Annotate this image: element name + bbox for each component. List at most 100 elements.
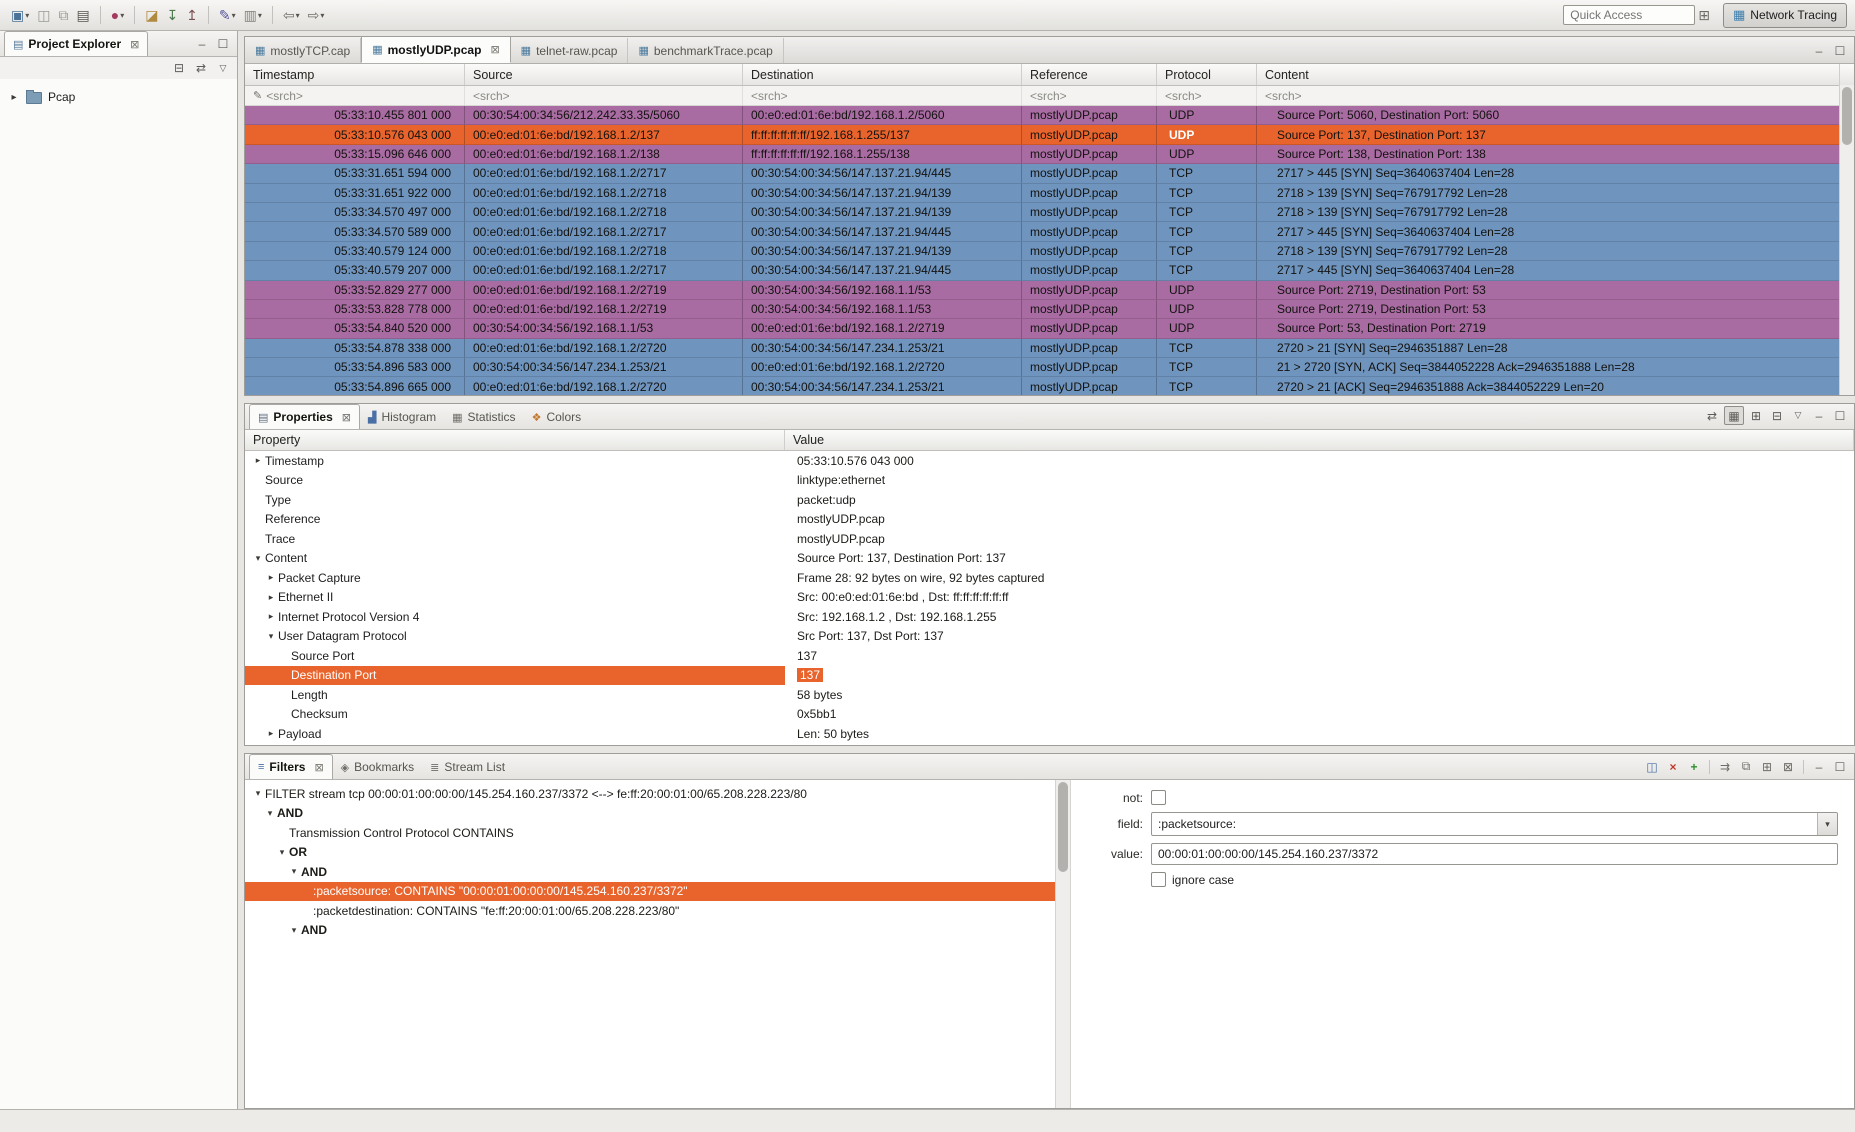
property-row[interactable]: ReferencemostlyUDP.pcap — [245, 510, 1854, 530]
packet-row[interactable]: 05:33:34.570 589 00000:e0:ed:01:6e:bd/19… — [245, 222, 1840, 241]
copy-filter-button[interactable]: ⧉ — [1737, 758, 1755, 775]
editor-tab[interactable]: ▦benchmarkTrace.pcap — [628, 38, 783, 63]
property-row[interactable]: ▸Ethernet IISrc: 00:e0:ed:01:6e:bd , Dst… — [245, 588, 1854, 608]
view-menu-button[interactable]: ▽ — [1789, 407, 1807, 424]
expander-icon[interactable]: ▾ — [264, 631, 278, 642]
close-icon[interactable]: ⊠ — [342, 411, 351, 424]
expander-icon[interactable]: ▾ — [287, 866, 301, 877]
packet-row[interactable]: 05:33:10.576 043 00000:e0:ed:01:6e:bd/19… — [245, 125, 1840, 144]
column-filter-cell[interactable]: <srch> — [743, 86, 1022, 105]
expander-icon[interactable]: ▸ — [264, 611, 278, 622]
close-icon[interactable]: ⊠ — [490, 43, 499, 56]
filter-tree-row[interactable]: ▾FILTER stream tcp 00:00:01:00:00:00/145… — [245, 784, 1055, 804]
column-filter-cell[interactable]: <srch> — [1022, 86, 1157, 105]
filter-tree-scrollbar[interactable] — [1055, 780, 1071, 1108]
open-perspective-button[interactable]: ⊞ — [1695, 3, 1713, 27]
minimize-view-button[interactable]: – — [193, 35, 211, 52]
view-tab-statistics[interactable]: ▦Statistics — [444, 405, 523, 429]
value-column-header[interactable]: Value — [785, 430, 1854, 450]
column-filter-cell[interactable]: <srch> — [1257, 86, 1840, 105]
new-file-button[interactable]: ▣▾ — [8, 3, 32, 27]
expander-icon[interactable]: ▸ — [264, 728, 278, 739]
minimize-view-button[interactable]: – — [1810, 758, 1828, 775]
column-filter-cell[interactable]: <srch> — [465, 86, 743, 105]
packet-row[interactable]: 05:33:54.840 520 00000:30:54:00:34:56/19… — [245, 319, 1840, 338]
apply-filter-button[interactable]: ⇉ — [1716, 758, 1734, 775]
packet-row[interactable]: 05:33:15.096 646 00000:e0:ed:01:6e:bd/19… — [245, 145, 1840, 164]
save-button[interactable]: ◫ — [34, 3, 53, 27]
tree-item-pcap[interactable]: ▸ Pcap — [0, 87, 237, 107]
property-row[interactable]: TracemostlyUDP.pcap — [245, 529, 1854, 549]
expander-icon[interactable]: ▸ — [264, 592, 278, 603]
expander-icon[interactable]: ▾ — [275, 847, 289, 858]
ignore-case-checkbox[interactable] — [1151, 872, 1166, 887]
close-icon[interactable]: ⊠ — [314, 761, 323, 774]
view-tab-stream-list[interactable]: ≣Stream List — [422, 755, 513, 779]
column-header[interactable]: Reference — [1022, 64, 1157, 85]
property-row[interactable]: Length58 bytes — [245, 685, 1854, 705]
open-trace-button[interactable]: ◪ — [142, 3, 161, 27]
filter-tree-row[interactable]: ▾AND — [245, 804, 1055, 824]
packet-row[interactable]: 05:33:53.828 778 00000:e0:ed:01:6e:bd/19… — [245, 300, 1840, 319]
expander-icon[interactable]: ▸ — [264, 572, 278, 583]
vertical-scrollbar[interactable] — [1839, 85, 1854, 395]
property-row[interactable]: Typepacket:udp — [245, 490, 1854, 510]
packet-row[interactable]: 05:33:10.455 801 00000:30:54:00:34:56/21… — [245, 106, 1840, 125]
maximize-view-button[interactable]: ☐ — [1831, 407, 1849, 424]
scrollbar-thumb[interactable] — [1842, 87, 1852, 145]
value-input[interactable] — [1151, 843, 1838, 865]
view-tab-filters[interactable]: ≡Filters⊠ — [249, 754, 333, 779]
view-tab-properties[interactable]: ▤Properties⊠ — [249, 404, 360, 429]
maximize-editor-button[interactable]: ☐ — [1831, 42, 1849, 59]
property-row[interactable]: ▸Timestamp05:33:10.576 043 000 — [245, 451, 1854, 471]
property-row[interactable]: ▾User Datagram ProtocolSrc Port: 137, Ds… — [245, 627, 1854, 647]
property-row[interactable]: ▾ContentSource Port: 137, Destination Po… — [245, 549, 1854, 569]
packet-row[interactable]: 05:33:31.651 922 00000:e0:ed:01:6e:bd/19… — [245, 184, 1840, 203]
expander-icon[interactable]: ▾ — [263, 808, 277, 819]
column-filter-cell[interactable]: ✎<srch> — [245, 86, 465, 105]
property-row[interactable]: Source Port137 — [245, 646, 1854, 666]
expand-all-button[interactable]: ⊞ — [1747, 407, 1765, 424]
filter-tree-row[interactable]: :packetsource: CONTAINS "00:00:01:00:00:… — [245, 882, 1055, 902]
save-filter-button[interactable]: ◫ — [1643, 758, 1661, 775]
packet-row[interactable]: 05:33:54.878 338 00000:e0:ed:01:6e:bd/19… — [245, 339, 1840, 358]
highlight-button[interactable]: ▥▾ — [241, 3, 265, 27]
expander-icon[interactable]: ▾ — [287, 925, 301, 936]
delete-filter-button[interactable]: × — [1664, 758, 1682, 775]
minimize-editor-button[interactable]: – — [1810, 42, 1828, 59]
close-icon[interactable]: ⊠ — [130, 38, 139, 51]
forward-button[interactable]: ⇨▾ — [305, 3, 328, 27]
add-filter-button[interactable]: + — [1685, 758, 1703, 775]
filter-tree-row[interactable]: ▾AND — [245, 862, 1055, 882]
column-header[interactable]: Protocol — [1157, 64, 1257, 85]
collapse-all-button[interactable]: ⊟ — [170, 60, 188, 77]
link-with-editor-button[interactable]: ⇄ — [1703, 407, 1721, 424]
scrollbar-thumb[interactable] — [1058, 782, 1068, 872]
expander-icon[interactable]: ▸ — [251, 455, 265, 466]
packet-row[interactable]: 05:33:54.896 665 00000:e0:ed:01:6e:bd/19… — [245, 377, 1840, 395]
tree-mode-button[interactable]: ▦ — [1724, 406, 1744, 425]
export-button[interactable]: ↥ — [183, 3, 201, 27]
expander-icon[interactable]: ▾ — [251, 553, 265, 564]
annotate-button[interactable]: ✎▾ — [216, 3, 239, 27]
view-tab-histogram[interactable]: ▟Histogram — [360, 405, 444, 429]
packet-row[interactable]: 05:33:31.651 594 00000:e0:ed:01:6e:bd/19… — [245, 164, 1840, 183]
filter-tree-row[interactable]: :packetdestination: CONTAINS "fe:ff:20:0… — [245, 901, 1055, 921]
view-tab-colors[interactable]: ❖Colors — [524, 405, 590, 429]
print-button[interactable]: ▤ — [73, 3, 92, 27]
filter-tree-row[interactable]: ▾AND — [245, 921, 1055, 941]
editor-tab[interactable]: ▦mostlyUDP.pcap⊠ — [361, 36, 510, 63]
packet-row[interactable]: 05:33:40.579 207 00000:e0:ed:01:6e:bd/19… — [245, 261, 1840, 280]
maximize-view-button[interactable]: ☐ — [214, 35, 232, 52]
column-header[interactable]: Content — [1257, 64, 1840, 85]
property-row[interactable]: ▸PayloadLen: 50 bytes — [245, 724, 1854, 744]
field-dropdown[interactable]: :packetsource: ▾ — [1151, 812, 1838, 836]
expander-icon[interactable]: ▸ — [8, 92, 20, 103]
clear-filters-button[interactable]: ⊠ — [1779, 758, 1797, 775]
collapse-all-button[interactable]: ⊟ — [1768, 407, 1786, 424]
save-all-button[interactable]: ⧉ — [55, 3, 71, 27]
packet-row[interactable]: 05:33:54.896 583 00000:30:54:00:34:56/14… — [245, 358, 1840, 377]
editor-tab[interactable]: ▦telnet-raw.pcap — [511, 38, 629, 63]
packet-row[interactable]: 05:33:52.829 277 00000:e0:ed:01:6e:bd/19… — [245, 281, 1840, 300]
quick-access-input[interactable] — [1563, 5, 1695, 25]
